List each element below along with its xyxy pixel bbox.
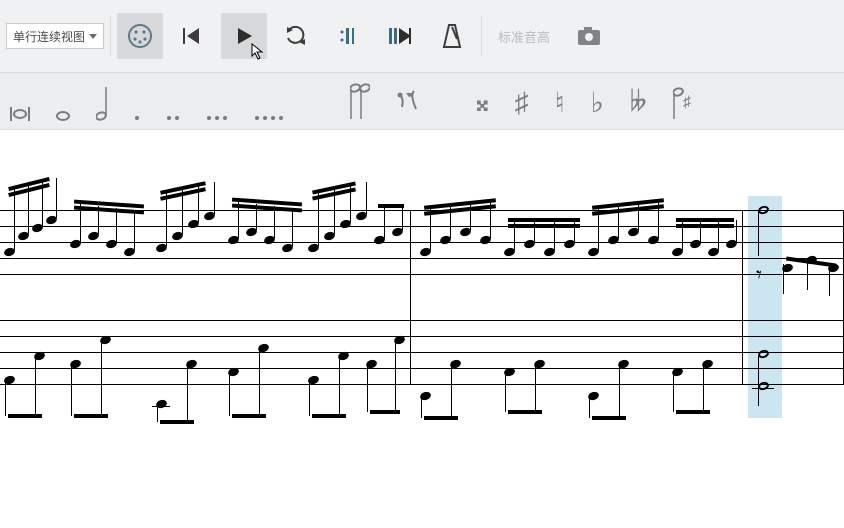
play-button[interactable] bbox=[221, 13, 267, 59]
rewind-button[interactable] bbox=[169, 13, 215, 59]
repeat-play-icon bbox=[387, 24, 413, 48]
accidental-flat[interactable]: ♭ bbox=[591, 73, 604, 129]
repeat-play-button[interactable] bbox=[377, 13, 423, 59]
metronome-button[interactable] bbox=[429, 13, 475, 59]
palette-button[interactable] bbox=[117, 13, 163, 59]
duration-dot4[interactable] bbox=[254, 73, 284, 129]
half-note-icon bbox=[96, 87, 108, 121]
triple-dot-icon bbox=[206, 115, 228, 121]
rest-eighth-button[interactable] bbox=[396, 73, 420, 129]
accidental-sharp[interactable]: ♯ bbox=[515, 73, 529, 129]
cursor-icon bbox=[251, 43, 265, 61]
duration-dot1[interactable] bbox=[134, 73, 140, 129]
eighth-rest-icon bbox=[396, 89, 420, 121]
view-mode-select[interactable]: 单行连续视图 bbox=[6, 23, 104, 49]
whole-note-icon bbox=[56, 111, 70, 121]
main-toolbar: 单行连续视图 bbox=[0, 0, 844, 72]
accidental-courtesy[interactable]: ♯ bbox=[673, 73, 693, 129]
duration-toolbar: 𝄪 ♯ ♮ ♭ 𝄫 ♯ bbox=[0, 72, 844, 130]
score-canvas[interactable]: 𝄾 bbox=[0, 130, 844, 528]
rewind-icon bbox=[181, 25, 203, 47]
courtesy-accidental-icon: ♯ bbox=[673, 87, 693, 121]
svg-text:♯: ♯ bbox=[683, 94, 691, 111]
quad-dot-icon bbox=[254, 115, 284, 121]
duration-whole[interactable] bbox=[56, 73, 70, 129]
pitch-label: 标准音高 bbox=[498, 27, 550, 46]
accidental-double-sharp[interactable]: 𝄪 bbox=[476, 73, 489, 129]
separator bbox=[110, 16, 111, 56]
grand-staff: 𝄾 bbox=[0, 210, 844, 384]
accidental-double-flat[interactable]: 𝄫 bbox=[630, 73, 647, 129]
accidental-natural[interactable]: ♮ bbox=[555, 73, 565, 129]
half-rest-icon bbox=[350, 83, 370, 121]
duration-half[interactable] bbox=[96, 73, 108, 129]
rest-half-button[interactable] bbox=[350, 73, 370, 129]
dot-icon bbox=[134, 115, 140, 121]
camera-button[interactable] bbox=[566, 13, 612, 59]
metronome-icon bbox=[441, 23, 463, 49]
duration-dot2[interactable] bbox=[166, 73, 180, 129]
duration-double-whole[interactable] bbox=[10, 73, 30, 129]
repeat-start-icon bbox=[336, 24, 360, 48]
repeat-start-button[interactable] bbox=[325, 13, 371, 59]
separator bbox=[481, 16, 482, 56]
view-mode-label: 单行连续视图 bbox=[13, 28, 85, 45]
camera-icon bbox=[576, 25, 602, 47]
duration-dot3[interactable] bbox=[206, 73, 228, 129]
loop-icon bbox=[284, 24, 308, 48]
notes-layer: 𝄾 bbox=[0, 210, 844, 384]
double-dot-icon bbox=[166, 115, 180, 121]
loop-button[interactable] bbox=[273, 13, 319, 59]
chevron-down-icon bbox=[89, 34, 97, 39]
double-whole-icon bbox=[10, 107, 30, 121]
palette-icon bbox=[126, 22, 154, 50]
